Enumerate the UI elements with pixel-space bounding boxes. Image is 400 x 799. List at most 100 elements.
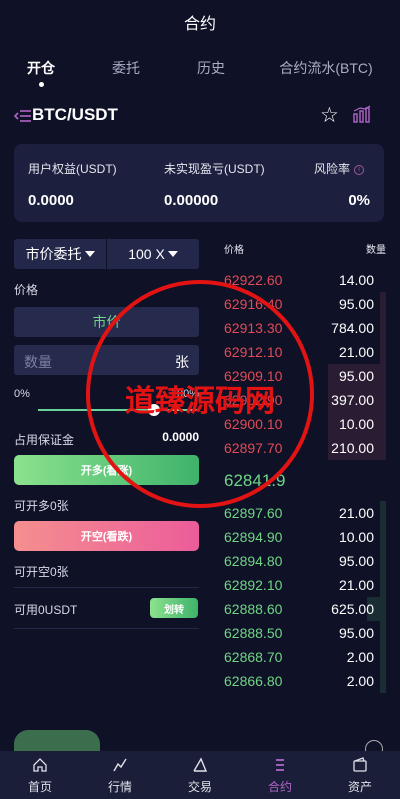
bid-quantity: 2.00 <box>346 673 374 689</box>
tab-label: 开仓 <box>27 60 55 76</box>
can-open-long: 可开多0张 <box>14 499 69 513</box>
ask-quantity: 95.00 <box>338 296 374 312</box>
equity-label: 用户权益(USDT) <box>28 162 117 176</box>
depth-bar <box>380 501 386 525</box>
ask-price: 62909.10 <box>224 368 283 384</box>
tab-bar: 开仓 委托 历史 合约流水(BTC) <box>0 52 400 88</box>
contract-icon <box>276 759 284 771</box>
ask-price: 62913.30 <box>224 320 283 336</box>
tab-orders[interactable]: 委托 <box>82 52 170 88</box>
bar-chart-icon[interactable] <box>352 105 372 123</box>
ask-quantity: 210.00 <box>331 440 374 456</box>
info-icon[interactable]: i <box>354 164 365 175</box>
bid-row[interactable]: 62892.10 21.00 <box>224 573 386 597</box>
nav-home[interactable]: 首页 <box>0 751 80 799</box>
bid-row[interactable]: 62894.90 10.00 <box>224 525 386 549</box>
tab-history[interactable]: 历史 <box>170 52 252 88</box>
ask-quantity: 95.00 <box>338 368 374 384</box>
home-icon <box>33 758 47 772</box>
ask-row[interactable]: 62909.10 95.00 <box>224 364 386 388</box>
page-title: 合约 <box>183 16 216 33</box>
nav-label: 合约 <box>267 780 292 794</box>
tab-label: 委托 <box>112 60 140 76</box>
bid-price: 62888.50 <box>224 625 283 641</box>
ask-row[interactable]: 62916.40 95.00 <box>224 292 386 316</box>
transfer-label: 划转 <box>164 604 184 616</box>
bid-quantity: 21.00 <box>338 577 374 593</box>
nav-contract[interactable]: 合约 <box>240 751 320 799</box>
ask-quantity: 784.00 <box>331 320 374 336</box>
pair-name[interactable]: BTC/USDT <box>32 105 118 125</box>
depth-bar <box>380 292 386 316</box>
tab-open-position[interactable]: 开仓 <box>0 52 82 88</box>
bid-price: 62894.80 <box>224 553 283 569</box>
bid-price: 62892.10 <box>224 577 283 593</box>
ask-quantity: 21.00 <box>338 344 374 360</box>
bid-row[interactable]: 62888.50 95.00 <box>224 621 386 645</box>
depth-bar <box>380 573 386 597</box>
risk-rate-row: 风险率 i <box>314 160 365 177</box>
depth-bar <box>380 525 386 549</box>
tab-label: 历史 <box>197 60 225 76</box>
nav-label: 资产 <box>347 780 372 794</box>
quantity-field[interactable]: 数量 张 <box>14 345 199 375</box>
ask-row[interactable]: 62922.60 14.00 <box>224 268 386 292</box>
bid-quantity: 625.00 <box>331 601 374 617</box>
bid-row[interactable]: 62897.60 21.00 <box>224 501 386 525</box>
slider-max-label: 100% <box>170 388 199 400</box>
bid-quantity: 95.00 <box>338 553 374 569</box>
transfer-button[interactable]: 划转 <box>150 598 198 618</box>
account-summary-card: 用户权益(USDT) 0.0000 未实现盈亏(USDT) 0.00000 风险… <box>14 144 384 222</box>
open-long-label: 开多(看涨) <box>80 465 133 477</box>
order-type-select[interactable]: 市价委托 <box>14 239 106 269</box>
bid-row[interactable]: 62868.70 2.00 <box>224 645 386 669</box>
last-price[interactable]: 62841.9 <box>224 471 285 491</box>
tab-contract-flow[interactable]: 合约流水(BTC) <box>252 52 400 88</box>
available-balance: 可用0USDT <box>14 603 78 617</box>
divider <box>14 628 199 629</box>
bid-price: 62897.60 <box>224 505 283 521</box>
leverage-slider-knob[interactable] <box>148 404 160 416</box>
bid-quantity: 95.00 <box>338 625 374 641</box>
ask-row[interactable]: 62900.10 10.00 <box>224 412 386 436</box>
bid-row[interactable]: 62894.80 95.00 <box>224 549 386 573</box>
ask-row[interactable]: 62897.70 210.00 <box>224 436 386 460</box>
unrealized-pnl-label: 未实现盈亏(USDT) <box>164 162 265 176</box>
bid-quantity: 10.00 <box>338 529 374 545</box>
open-long-button[interactable]: 开多(看涨) <box>14 455 199 485</box>
active-tab-indicator <box>39 82 44 87</box>
quantity-placeholder: 数量 <box>24 354 52 370</box>
order-book-header: 价格 数量 <box>224 239 386 256</box>
ask-quantity: 397.00 <box>331 392 374 408</box>
quantity-column-header: 数量 <box>366 245 386 256</box>
leverage-slider-track[interactable] <box>38 409 198 411</box>
price-column-header: 价格 <box>224 245 244 256</box>
ask-row[interactable]: 62913.30 784.00 <box>224 316 386 340</box>
tab-label: 合约流水(BTC) <box>279 60 373 76</box>
ask-row[interactable]: 62902.90 397.00 <box>224 388 386 412</box>
quantity-unit: 张 <box>175 354 189 370</box>
equity-value: 0.0000 <box>28 192 74 209</box>
nav-market[interactable]: 行情 <box>80 751 160 799</box>
dropdown-caret-icon <box>84 251 95 257</box>
list-icon[interactable] <box>14 109 32 123</box>
wallet-icon <box>353 757 367 772</box>
bid-price: 62866.80 <box>224 673 283 689</box>
trade-icon <box>193 757 208 772</box>
star-icon[interactable]: ☆ <box>320 103 339 128</box>
open-short-button[interactable]: 开空(看跌) <box>14 521 199 551</box>
nav-assets[interactable]: 资产 <box>320 751 400 799</box>
leverage-select[interactable]: 100 X <box>107 239 199 269</box>
ask-quantity: 14.00 <box>338 272 374 288</box>
depth-bar <box>380 621 386 645</box>
bid-row[interactable]: 62866.80 2.00 <box>224 669 386 693</box>
bottom-nav: 首页 行情 交易 合约 资产 <box>0 751 400 799</box>
bid-row[interactable]: 62888.60 625.00 <box>224 597 386 621</box>
nav-trade[interactable]: 交易 <box>160 751 240 799</box>
nav-label: 行情 <box>107 780 132 794</box>
price-field[interactable]: 市价 <box>14 307 199 337</box>
ask-row[interactable]: 62912.10 21.00 <box>224 340 386 364</box>
bid-price: 62894.90 <box>224 529 283 545</box>
bid-price: 62888.60 <box>224 601 283 617</box>
divider <box>14 587 199 588</box>
